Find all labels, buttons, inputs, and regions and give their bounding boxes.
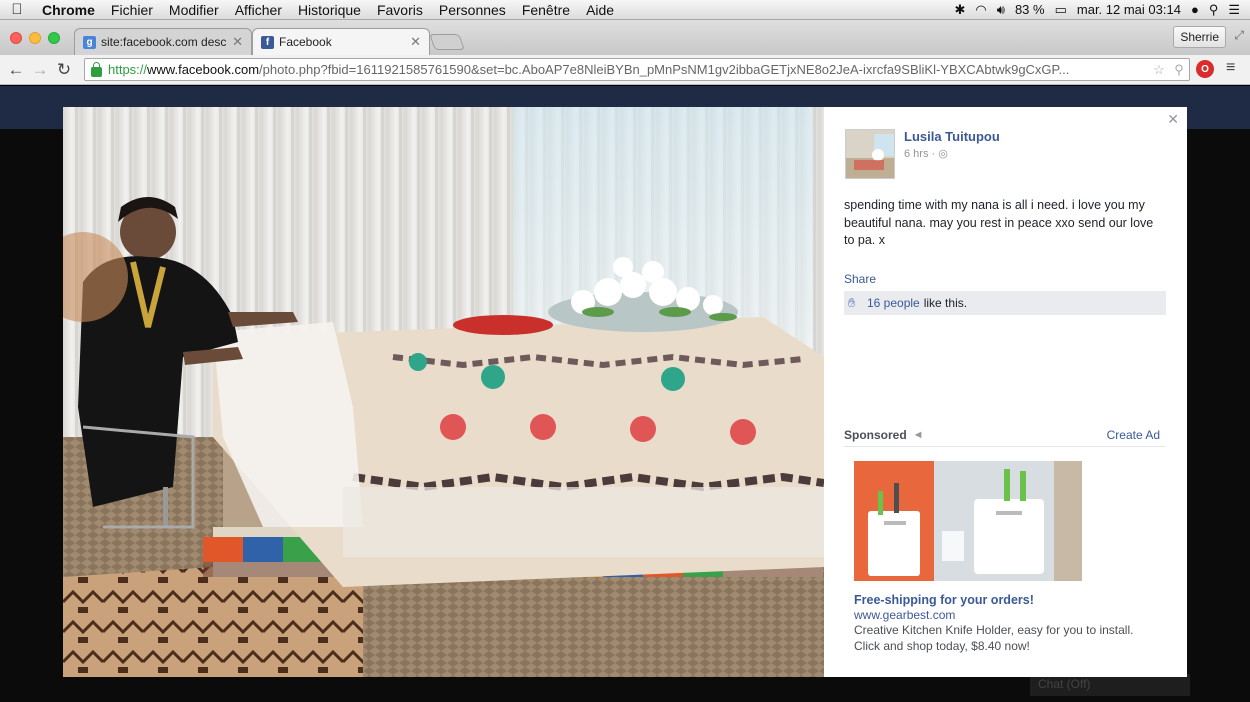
tab-title: Facebook bbox=[279, 35, 332, 49]
url-host: www.facebook.com bbox=[147, 62, 260, 77]
avatar[interactable] bbox=[845, 129, 895, 179]
tab-strip: g site:facebook.com descanso ✕ f Faceboo… bbox=[0, 20, 1250, 55]
url-scheme: https:// bbox=[108, 62, 148, 77]
ad-title[interactable]: Free-shipping for your orders! bbox=[854, 593, 1034, 607]
extension-icon[interactable]: O bbox=[1196, 60, 1214, 78]
apple-menu-icon[interactable]:  bbox=[0, 1, 34, 18]
status-area: ✱ ◠ 🔊︎ 83 % ▭ mar. 12 mai 03:14 ● ⚲ ☰ bbox=[955, 2, 1250, 18]
tab-title: site:facebook.com descanso bbox=[101, 35, 227, 49]
menu-personnes[interactable]: Personnes bbox=[431, 2, 514, 18]
bluetooth-icon[interactable]: ✱ bbox=[955, 2, 966, 18]
photo-image bbox=[63, 107, 824, 677]
ad-image[interactable] bbox=[854, 461, 1082, 581]
bookmark-star-icon[interactable]: ☆ bbox=[1149, 62, 1169, 78]
url-path: /photo.php?fbid=1611921585761590&set=bc.… bbox=[259, 62, 1070, 77]
fullscreen-icon[interactable]: ⤢ bbox=[1234, 28, 1244, 43]
menu-aide[interactable]: Aide bbox=[578, 2, 622, 18]
spotlight-search-icon[interactable]: ⚲ bbox=[1209, 2, 1219, 18]
tab-facebook[interactable]: f Facebook ✕ bbox=[252, 28, 430, 55]
address-bar[interactable]: https:// www.facebook.com /photo.php?fbi… bbox=[84, 58, 1190, 81]
new-tab-button[interactable] bbox=[429, 34, 465, 50]
photo[interactable] bbox=[63, 107, 824, 677]
avatar-image bbox=[846, 130, 894, 178]
timestamp[interactable]: 6 hrs · bbox=[904, 148, 935, 160]
share-link[interactable]: Share bbox=[844, 272, 876, 286]
likes-count[interactable]: 16 people bbox=[867, 296, 920, 310]
google-icon: g bbox=[83, 35, 96, 49]
sponsored-label: Sponsored bbox=[844, 427, 907, 442]
menu-fenetre[interactable]: Fenêtre bbox=[514, 2, 578, 18]
author-name[interactable]: Lusila Tuitupou bbox=[904, 129, 1000, 144]
user-icon[interactable]: ● bbox=[1191, 2, 1199, 17]
menu-favoris[interactable]: Favoris bbox=[369, 2, 431, 18]
lock-icon bbox=[91, 61, 102, 77]
close-icon[interactable]: ✕ bbox=[1167, 111, 1179, 128]
create-ad-link[interactable]: Create Ad bbox=[1107, 428, 1160, 442]
tab-google-search[interactable]: g site:facebook.com descanso ✕ bbox=[74, 28, 252, 55]
post-time[interactable]: 6 hrs · ◎ bbox=[904, 147, 948, 160]
post-text: spending time with my nana is all i need… bbox=[844, 198, 1154, 247]
close-tab-icon[interactable]: ✕ bbox=[232, 34, 243, 50]
volume-icon[interactable]: 🔊︎ bbox=[997, 2, 1005, 18]
menu-historique[interactable]: Historique bbox=[290, 2, 369, 18]
clock[interactable]: mar. 12 mai 03:14 bbox=[1077, 2, 1181, 17]
menu-chrome[interactable]: Chrome bbox=[34, 2, 103, 18]
photo-side-panel: ✕ Lusila Tuitupou 6 hrs · ◎ spending tim… bbox=[824, 107, 1187, 677]
reload-icon[interactable]: ↻ bbox=[52, 60, 76, 80]
like-thumb-icon: ✋︎ bbox=[848, 295, 856, 310]
macos-menu-bar:  Chrome Fichier Modifier Afficher Histo… bbox=[0, 0, 1250, 20]
ad-image-art bbox=[854, 461, 1082, 581]
zoom-window-icon[interactable] bbox=[48, 32, 60, 44]
close-tab-icon[interactable]: ✕ bbox=[410, 34, 421, 50]
minimize-window-icon[interactable] bbox=[29, 32, 41, 44]
chat-bar[interactable]: Chat (Off) bbox=[1030, 674, 1190, 696]
ad-description: Creative Kitchen Knife Holder, easy for … bbox=[854, 623, 1134, 653]
globe-icon[interactable]: ◎ bbox=[938, 148, 948, 160]
menu-fichier[interactable]: Fichier bbox=[103, 2, 161, 18]
wifi-icon[interactable]: ◠ bbox=[975, 2, 986, 18]
forward-icon[interactable]: → bbox=[28, 60, 52, 80]
facebook-icon: f bbox=[261, 35, 274, 49]
battery-percent[interactable]: 83 % bbox=[1015, 2, 1045, 17]
notification-list-icon[interactable]: ☰ bbox=[1228, 2, 1240, 18]
sponsored-header: Sponsored ◄ Create Ad bbox=[844, 423, 1166, 447]
zoom-icon[interactable]: ⚲ bbox=[1169, 62, 1189, 78]
chrome-menu-icon[interactable]: ≡ bbox=[1226, 59, 1235, 77]
menu-afficher[interactable]: Afficher bbox=[227, 2, 290, 18]
profile-button[interactable]: Sherrie bbox=[1173, 26, 1226, 48]
close-window-icon[interactable] bbox=[10, 32, 22, 44]
menu-modifier[interactable]: Modifier bbox=[161, 2, 227, 18]
photo-lightbox: ✕ Lusila Tuitupou 6 hrs · ◎ spending tim… bbox=[63, 107, 1187, 677]
back-icon[interactable]: ← bbox=[4, 60, 28, 80]
likes-suffix: like this. bbox=[923, 296, 968, 310]
ad-url[interactable]: www.gearbest.com bbox=[854, 608, 955, 622]
battery-icon[interactable]: ▭ bbox=[1055, 2, 1067, 18]
megaphone-icon: ◄ bbox=[912, 428, 924, 441]
browser-toolbar: ← → ↻ https:// www.facebook.com /photo.p… bbox=[0, 55, 1250, 85]
likes-bar: ✋︎ 16 people like this. bbox=[844, 291, 1166, 315]
window-controls bbox=[10, 32, 60, 44]
